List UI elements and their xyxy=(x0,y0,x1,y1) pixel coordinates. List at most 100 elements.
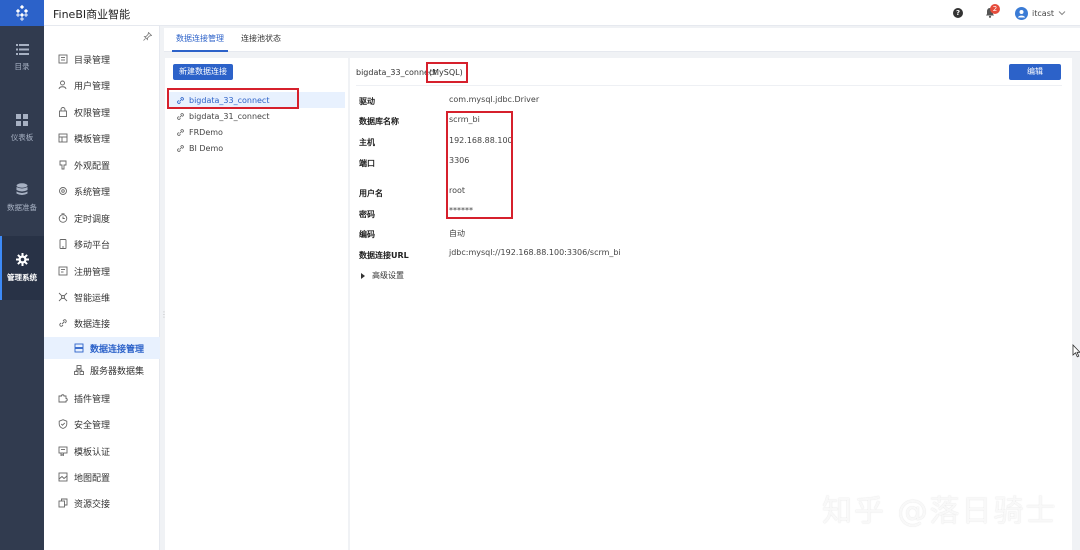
top-bar: FineBI商业智能 ? 2 itcast xyxy=(0,0,1080,26)
menu-label: 权限管理 xyxy=(74,108,111,119)
template-icon xyxy=(58,133,68,143)
mouse-cursor-icon xyxy=(1072,344,1080,358)
menu-label: 数据连接 xyxy=(74,319,111,330)
menu-label: 移动平台 xyxy=(74,240,111,251)
menu-item-schedule[interactable]: 定时调度 xyxy=(44,207,160,229)
menu-label: 资源交接 xyxy=(74,499,111,510)
edit-button[interactable]: 编辑 xyxy=(1009,64,1061,80)
link-icon xyxy=(176,128,185,137)
menu-item-register[interactable]: 注册管理 xyxy=(44,260,160,282)
user-icon xyxy=(58,80,68,90)
field-label-password: 密码 xyxy=(359,210,375,219)
menu-label: 外观配置 xyxy=(74,161,111,172)
logo-icon xyxy=(15,4,29,22)
settings-icon xyxy=(58,186,68,196)
mobile-icon xyxy=(58,239,68,249)
menu-item-server-dataset[interactable]: 服务器数据集 xyxy=(44,359,160,381)
shield-icon xyxy=(58,419,68,429)
field-label-username: 用户名 xyxy=(359,189,383,198)
chevron-down-icon[interactable] xyxy=(1058,10,1066,16)
menu-item-security[interactable]: 安全管理 xyxy=(44,413,160,435)
clock-icon xyxy=(58,213,68,223)
help-icon[interactable]: ? xyxy=(953,8,964,18)
connection-item-bigdata-31[interactable]: bigdata_31_connect xyxy=(168,108,345,124)
field-label-url: 数据连接URL xyxy=(359,251,409,260)
field-label-port: 端口 xyxy=(359,159,375,168)
menu-label: 用户管理 xyxy=(74,81,111,92)
finebi-logo[interactable] xyxy=(0,0,44,26)
map-icon xyxy=(58,472,68,482)
username[interactable]: itcast xyxy=(1032,9,1054,18)
connection-item-frdemo[interactable]: FRDemo xyxy=(168,124,345,140)
notification-button[interactable]: 2 xyxy=(985,4,1001,19)
nav-label: 管理系统 xyxy=(7,273,37,282)
tab-connection-manage[interactable]: 数据连接管理 xyxy=(172,28,228,52)
menu-item-ops[interactable]: 智能运维 xyxy=(44,286,160,308)
menu-item-template-auth[interactable]: 模板认证 xyxy=(44,440,160,462)
menu-item-appearance[interactable]: 外观配置 xyxy=(44,154,160,176)
advanced-settings-label: 高级设置 xyxy=(372,271,404,280)
menu-item-resource-handover[interactable]: 资源交接 xyxy=(44,492,160,514)
menu-item-mobile[interactable]: 移动平台 xyxy=(44,233,160,255)
connection-list-panel: 新建数据连接 bigdata_33_connect bigdata_31_con… xyxy=(165,58,348,550)
watermark: 知乎 @落日骑士 xyxy=(822,494,1058,529)
field-label-encoding: 编码 xyxy=(359,230,375,239)
connection-name: BI Demo xyxy=(189,143,224,153)
menu-item-permissions[interactable]: 权限管理 xyxy=(44,101,160,123)
field-label-host: 主机 xyxy=(359,138,375,147)
field-label-database: 数据库名称 xyxy=(359,117,399,126)
menu-item-map[interactable]: 地图配置 xyxy=(44,466,160,488)
certificate-icon xyxy=(58,446,68,456)
menu-label: 地图配置 xyxy=(74,473,111,484)
server-dataset-icon xyxy=(74,365,84,375)
link-icon xyxy=(176,112,185,121)
menu-item-system[interactable]: 系统管理 xyxy=(44,180,160,202)
menu-item-data-connection[interactable]: 数据连接 xyxy=(44,312,160,334)
menu-label: 安全管理 xyxy=(74,420,111,431)
notification-badge: 2 xyxy=(990,4,1001,14)
tab-bar: 数据连接管理 连接池状态 xyxy=(164,28,1080,52)
ops-icon xyxy=(58,292,68,302)
menu-label: 注册管理 xyxy=(74,267,111,278)
menu-item-catalog[interactable]: 目录管理 xyxy=(44,48,160,70)
menu-label: 插件管理 xyxy=(74,394,111,405)
connection-title: bigdata_33_connect xyxy=(356,68,437,77)
avatar[interactable] xyxy=(1015,6,1029,20)
top-right-tools: ? 2 itcast xyxy=(953,4,1066,22)
appearance-icon xyxy=(58,160,68,170)
field-value-url: jdbc:mysql://192.168.88.100:3306/scrm_bi xyxy=(449,248,621,257)
menu-label: 服务器数据集 xyxy=(90,366,145,377)
nav-item-dashboard[interactable]: 仪表板 xyxy=(0,96,44,160)
connection-manage-icon xyxy=(74,343,84,353)
advanced-settings-toggle[interactable]: 高级设置 xyxy=(361,270,404,281)
nav-item-data-prep[interactable]: 数据准备 xyxy=(0,166,44,230)
menu-item-users[interactable]: 用户管理 xyxy=(44,74,160,96)
menu-item-templates[interactable]: 模板管理 xyxy=(44,127,160,149)
menu-item-connection-manage[interactable]: 数据连接管理 xyxy=(44,337,160,359)
left-nav: 目录 仪表板 数据准备 管理系统 xyxy=(0,26,44,550)
nav-label: 目录 xyxy=(14,62,30,71)
connection-item-bi-demo[interactable]: BI Demo xyxy=(168,140,345,156)
user-avatar-icon xyxy=(1018,9,1026,17)
menu-label: 模板管理 xyxy=(74,134,111,145)
field-label-driver: 驱动 xyxy=(359,97,375,106)
menu-item-plugins[interactable]: 插件管理 xyxy=(44,387,160,409)
highlight-box-connection-fields xyxy=(446,111,513,219)
nav-item-admin[interactable]: 管理系统 xyxy=(0,236,44,300)
list-icon xyxy=(15,44,29,55)
nav-label: 数据准备 xyxy=(7,203,37,212)
link-icon xyxy=(176,144,185,153)
menu-label: 系统管理 xyxy=(74,187,111,198)
register-icon xyxy=(58,266,68,276)
app-title: FineBI商业智能 xyxy=(53,8,131,21)
gear-icon xyxy=(15,253,29,266)
connection-name: FRDemo xyxy=(189,127,223,137)
database-icon xyxy=(16,183,28,195)
new-connection-button[interactable]: 新建数据连接 xyxy=(173,64,233,80)
connection-name: bigdata_31_connect xyxy=(189,111,270,121)
pin-icon[interactable] xyxy=(143,32,152,41)
field-value-driver: com.mysql.jdbc.Driver xyxy=(449,95,540,104)
tab-pool-status[interactable]: 连接池状态 xyxy=(237,28,285,52)
field-value-encoding: 自动 xyxy=(449,229,465,238)
nav-item-catalog[interactable]: 目录 xyxy=(0,26,44,90)
